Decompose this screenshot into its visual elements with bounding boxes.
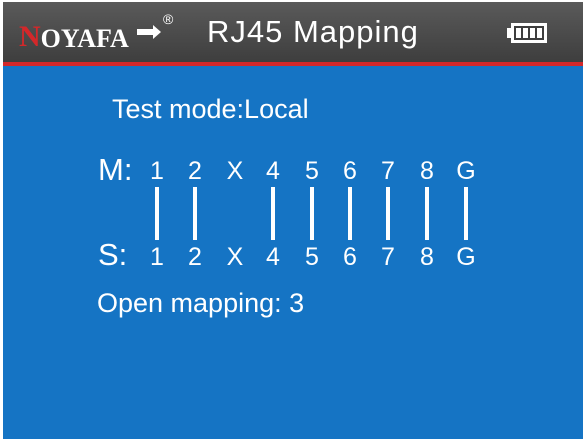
wire-connection-line bbox=[310, 187, 314, 240]
slave-pin: 2 bbox=[188, 243, 202, 271]
slave-pin: X bbox=[226, 243, 244, 271]
tester-screen: N OYAFA ® RJ45 Mapping Test mode:Local M:… bbox=[3, 2, 583, 439]
brand-logo: N OYAFA bbox=[19, 22, 129, 52]
wire-connection-line bbox=[348, 187, 352, 240]
master-pin: 6 bbox=[343, 157, 357, 185]
master-pin: G bbox=[456, 157, 476, 185]
master-pin: 7 bbox=[381, 157, 395, 185]
wire-connection-line bbox=[386, 187, 390, 240]
master-pin: 2 bbox=[188, 157, 202, 185]
wire-connection-line bbox=[193, 187, 197, 240]
wire-connection-line bbox=[271, 187, 275, 240]
slave-pin: 8 bbox=[420, 243, 434, 271]
slave-pin: 7 bbox=[381, 243, 395, 271]
slave-pin: 1 bbox=[150, 243, 164, 271]
master-row-label: M: bbox=[98, 152, 133, 187]
slave-row-label: S: bbox=[98, 237, 128, 272]
slave-pin: G bbox=[456, 243, 476, 271]
master-pin: 1 bbox=[150, 157, 164, 185]
header-bar: N OYAFA ® RJ45 Mapping bbox=[3, 2, 583, 62]
master-pin: 8 bbox=[420, 157, 434, 185]
open-mapping-status: Open mapping: 3 bbox=[97, 288, 305, 318]
master-pin: 5 bbox=[305, 157, 319, 185]
wire-connection-line bbox=[464, 187, 468, 240]
registered-mark: ® bbox=[163, 11, 174, 27]
master-pin: X bbox=[226, 157, 244, 185]
master-pin: 4 bbox=[266, 157, 280, 185]
brand-logo-name: OYAFA bbox=[40, 24, 129, 53]
header-divider bbox=[3, 62, 583, 66]
slave-pin: 6 bbox=[343, 243, 357, 271]
page-title: RJ45 Mapping bbox=[207, 14, 419, 49]
test-mode-label: Test mode:Local bbox=[112, 94, 309, 124]
brand-logo-initial: N bbox=[19, 20, 41, 53]
slave-pin: 5 bbox=[305, 243, 319, 271]
slave-pin: 4 bbox=[266, 243, 280, 271]
wire-connection-line bbox=[155, 187, 159, 240]
brand-flag-icon bbox=[137, 25, 161, 39]
battery-full-icon bbox=[507, 23, 547, 43]
wire-connection-line bbox=[425, 187, 429, 240]
